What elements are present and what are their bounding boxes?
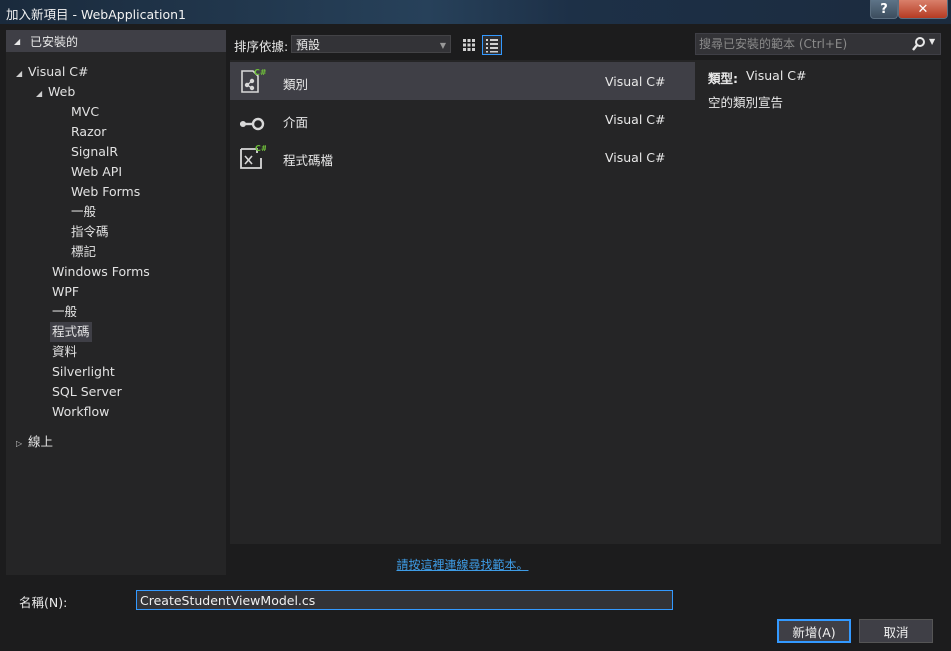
tree-item-general[interactable]: 一般 bbox=[52, 302, 77, 322]
tree-item-web-api[interactable]: Web API bbox=[71, 162, 122, 182]
svg-text:C#: C# bbox=[254, 68, 266, 77]
template-row-code-file[interactable]: C# 程式碼檔 Visual C# bbox=[230, 138, 695, 176]
help-button[interactable]: ? bbox=[870, 0, 898, 19]
tree-item-signalr[interactable]: SignalR bbox=[71, 142, 118, 162]
type-label: 類型: bbox=[708, 71, 738, 86]
chevron-down-icon: ▼ bbox=[439, 41, 446, 50]
background-window-decoration bbox=[470, 0, 690, 24]
template-details-panel: 類型: Visual C# 空的類別宣告 bbox=[695, 60, 941, 544]
svg-text:C#: C# bbox=[255, 144, 266, 153]
template-row-class[interactable]: C# 類別 Visual C# bbox=[230, 62, 695, 100]
tree-item-workflow[interactable]: Workflow bbox=[52, 402, 109, 422]
small-icons-view-button[interactable] bbox=[459, 35, 479, 55]
interface-icon bbox=[240, 117, 265, 131]
tree-item-silverlight[interactable]: Silverlight bbox=[52, 362, 115, 382]
tree-item-windows-forms[interactable]: Windows Forms bbox=[52, 262, 150, 282]
collapse-arrow-icon: ◢ bbox=[36, 89, 43, 98]
template-language: Visual C# bbox=[605, 74, 666, 89]
code-file-icon: C# bbox=[240, 144, 266, 169]
tree-item-wpf[interactable]: WPF bbox=[52, 282, 79, 302]
tree-item-label: Visual C# bbox=[28, 64, 89, 79]
tree-item-script[interactable]: 指令碼 bbox=[71, 222, 109, 242]
tree-item-markup[interactable]: 標記 bbox=[71, 242, 96, 262]
tree-item-code[interactable]: 程式碼 bbox=[50, 322, 92, 342]
title-bar[interactable]: 加入新項目 - WebApplication1 ? ✕ bbox=[0, 0, 951, 24]
grid-view-icon bbox=[463, 39, 475, 51]
search-dropdown-icon[interactable]: ▼ bbox=[929, 37, 935, 46]
sort-toolbar: 排序依據: 預設 ▼ bbox=[230, 30, 695, 58]
collapse-arrow-icon: ◢ bbox=[14, 36, 21, 46]
cancel-button[interactable]: 取消 bbox=[859, 619, 933, 643]
template-list: C# 類別 Visual C# 介面 Visual C# C# 程式碼檔 Vis… bbox=[230, 60, 695, 544]
tree-item-label: 線上 bbox=[28, 434, 54, 449]
type-value: Visual C# bbox=[746, 68, 807, 83]
collapse-arrow-icon: ◢ bbox=[16, 69, 23, 78]
online-templates-link[interactable]: 請按這裡連線尋找範本。 bbox=[230, 556, 695, 573]
template-language: Visual C# bbox=[605, 112, 666, 127]
search-icon[interactable] bbox=[910, 36, 928, 52]
template-name: 介面 bbox=[283, 115, 309, 130]
tree-item-label: Web bbox=[48, 84, 76, 99]
tree-item-web-general[interactable]: 一般 bbox=[71, 202, 96, 222]
window-title: 加入新項目 - WebApplication1 bbox=[6, 7, 187, 22]
tree-item-visual-csharp[interactable]: ◢ Visual C# bbox=[16, 62, 89, 82]
sort-label: 排序依據: bbox=[234, 39, 289, 54]
template-language: Visual C# bbox=[605, 150, 666, 165]
tree-item-online[interactable]: ▷ 線上 bbox=[16, 432, 53, 452]
search-box[interactable]: ▼ bbox=[695, 33, 941, 55]
close-button[interactable]: ✕ bbox=[898, 0, 948, 19]
tree-item-sql-server[interactable]: SQL Server bbox=[52, 382, 122, 402]
template-name: 類別 bbox=[283, 77, 309, 92]
list-view-icon bbox=[486, 39, 498, 53]
template-row-interface[interactable]: 介面 Visual C# bbox=[230, 100, 695, 138]
tree-item-web[interactable]: ◢ Web bbox=[36, 82, 75, 102]
installed-label: 已安裝的 bbox=[30, 34, 79, 49]
installed-header[interactable]: ◢ 已安裝的 bbox=[6, 30, 226, 52]
tree-item-web-forms[interactable]: Web Forms bbox=[71, 182, 140, 202]
tree-item-mvc[interactable]: MVC bbox=[71, 102, 99, 122]
name-label: 名稱(N): bbox=[19, 595, 68, 610]
template-name: 程式碼檔 bbox=[283, 153, 334, 168]
template-description: 空的類別宣告 bbox=[708, 95, 784, 110]
list-view-button[interactable] bbox=[482, 35, 502, 55]
class-icon: C# bbox=[241, 68, 266, 93]
search-input[interactable] bbox=[699, 36, 904, 52]
sort-dropdown[interactable]: 預設 ▼ bbox=[291, 35, 451, 53]
tree-item-razor[interactable]: Razor bbox=[71, 122, 106, 142]
add-button[interactable]: 新增(A) bbox=[777, 619, 851, 643]
template-category-tree: ◢ 已安裝的 ◢ Visual C# ◢ Web MVC Razor SignalR… bbox=[6, 30, 226, 575]
tree-item-data[interactable]: 資料 bbox=[52, 342, 77, 362]
name-input[interactable] bbox=[136, 590, 673, 610]
sort-selected-value: 預設 bbox=[296, 38, 321, 52]
expand-arrow-icon: ▷ bbox=[16, 439, 23, 448]
